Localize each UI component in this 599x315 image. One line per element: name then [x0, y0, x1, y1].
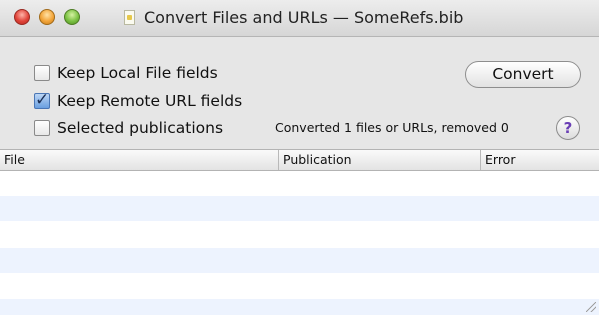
- document-icon: [124, 10, 135, 25]
- keep-local-file-label: Keep Local File fields: [57, 64, 218, 82]
- table-header: File Publication Error: [0, 149, 599, 171]
- keep-remote-url-option[interactable]: Keep Remote URL fields: [34, 90, 242, 112]
- zoom-icon[interactable]: [64, 9, 80, 25]
- options-panel: Keep Local File fields Keep Remote URL f…: [0, 37, 599, 149]
- keep-local-file-option[interactable]: Keep Local File fields: [34, 62, 218, 84]
- convert-button[interactable]: Convert: [465, 61, 581, 88]
- status-text: Converted 1 files or URLs, removed 0: [275, 120, 509, 135]
- selected-publications-checkbox[interactable]: [34, 120, 50, 136]
- resize-grip-icon[interactable]: [586, 302, 596, 312]
- column-header-publication[interactable]: Publication: [279, 150, 481, 170]
- help-button[interactable]: ?: [556, 116, 580, 140]
- keep-remote-url-label: Keep Remote URL fields: [57, 92, 243, 110]
- table-row: [0, 221, 599, 246]
- keep-remote-url-checkbox[interactable]: [34, 90, 50, 110]
- column-header-error[interactable]: Error: [481, 150, 599, 170]
- selected-publications-option[interactable]: Selected publications: [34, 117, 223, 139]
- table-row: [0, 248, 599, 273]
- table-row: [0, 196, 599, 221]
- table-row: [0, 299, 599, 315]
- convert-files-window: Convert Files and URLs — SomeRefs.bib Ke…: [0, 0, 599, 315]
- window-title: Convert Files and URLs — SomeRefs.bib: [144, 8, 464, 27]
- close-icon[interactable]: [14, 9, 30, 25]
- table-row: [0, 273, 599, 298]
- table-row: [0, 171, 599, 196]
- results-table[interactable]: [0, 171, 599, 315]
- column-header-file[interactable]: File: [0, 150, 279, 170]
- title-bar[interactable]: Convert Files and URLs — SomeRefs.bib: [0, 0, 599, 37]
- minimize-icon[interactable]: [39, 9, 55, 25]
- selected-publications-label: Selected publications: [57, 119, 224, 137]
- keep-local-file-checkbox[interactable]: [34, 65, 50, 81]
